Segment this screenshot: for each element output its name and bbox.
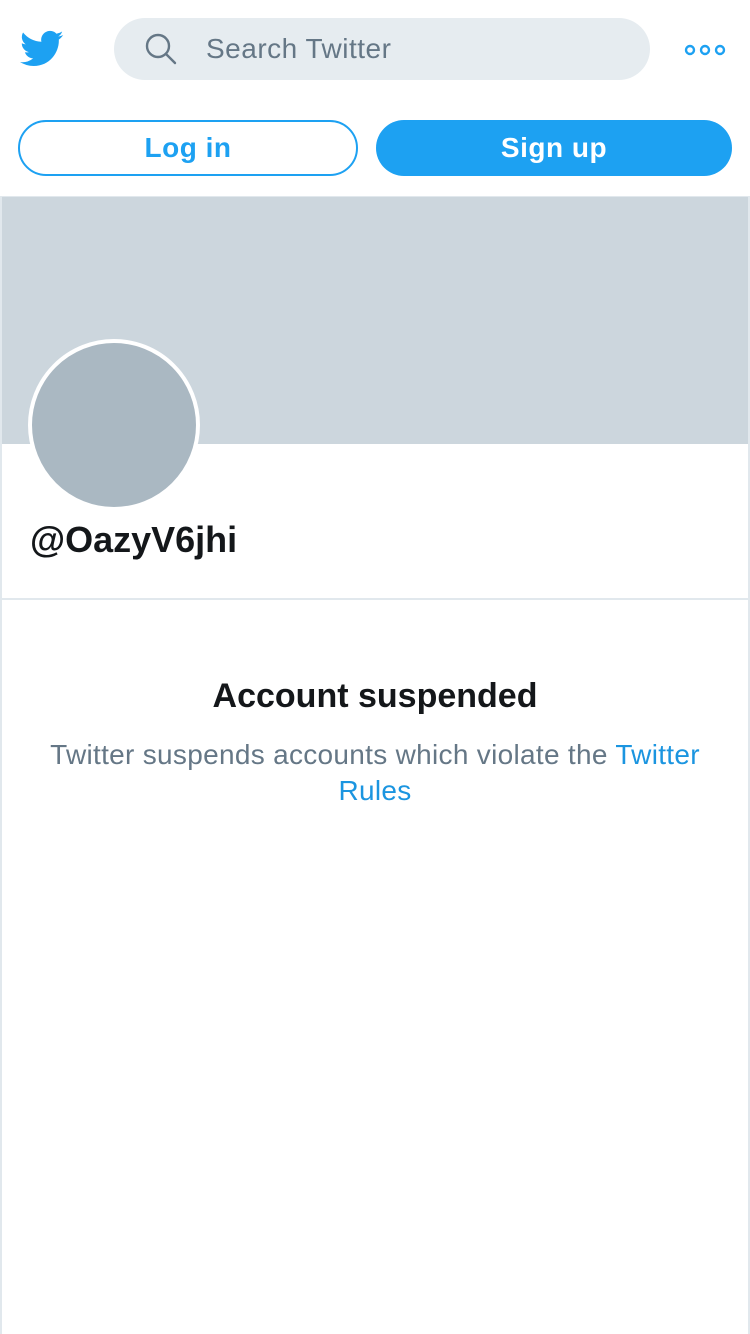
profile-column: @OazyV6jhi Account suspended Twitter sus…	[0, 196, 750, 1334]
suspension-title: Account suspended	[212, 677, 538, 715]
top-bar	[0, 0, 750, 100]
profile-handle: @OazyV6jhi	[30, 519, 238, 560]
avatar	[28, 339, 200, 511]
more-dots-icon[interactable]	[684, 40, 726, 60]
search-icon	[145, 33, 177, 65]
divider	[2, 598, 748, 600]
suspension-message: Twitter suspends accounts which violate …	[42, 737, 708, 809]
suspension-message-text: Twitter suspends accounts which violate …	[50, 739, 608, 770]
search-input[interactable]	[206, 18, 626, 80]
signup-button[interactable]: Sign up	[376, 120, 732, 176]
twitter-bird-icon[interactable]	[18, 26, 66, 70]
search-bar[interactable]	[114, 18, 650, 80]
page: Log in Sign up @OazyV6jhi Account suspen…	[0, 0, 750, 1334]
login-button[interactable]: Log in	[18, 120, 358, 176]
